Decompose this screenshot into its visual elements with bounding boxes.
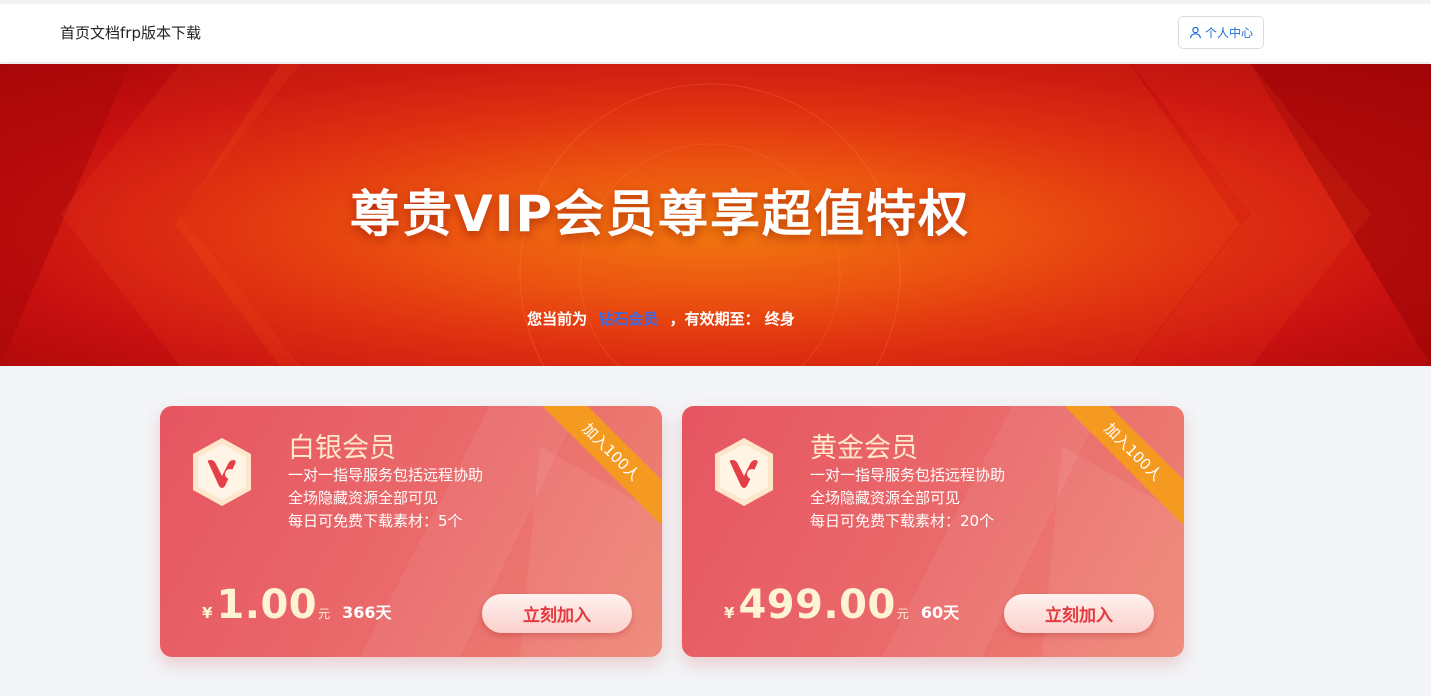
plan-name: 白银会员 — [288, 433, 396, 464]
plan-card-gold: 黄金会员 一对一指导服务包括远程协助 全场隐藏资源全部可见 每日可免费下载素材：… — [682, 406, 1184, 657]
plan-feature: 一对一指导服务包括远程协助 — [810, 466, 1006, 484]
price-unit: 元 — [896, 607, 909, 621]
vip-logo-icon — [715, 438, 773, 506]
user-center-label: 个人中心 — [1204, 26, 1253, 40]
status-suffix: ，有效期至： — [669, 310, 760, 328]
nav-docs-link[interactable]: 文档 — [90, 22, 120, 43]
price-currency: ¥ — [202, 604, 213, 622]
vip-logo-icon — [193, 438, 251, 506]
status-prefix: 您当前为 — [527, 310, 588, 328]
plan-price: ¥ 1.00 元 366天 — [202, 582, 392, 628]
plan-feature: 每日可免费下载素材：20个 — [810, 512, 995, 530]
join-now-button[interactable]: 立刻加入 — [1004, 594, 1154, 633]
top-navbar: 首页 文档 frp版本下载 个人中心 — [0, 0, 1431, 62]
plan-price: ¥ 499.00 元 60天 — [724, 582, 959, 628]
nav-frp-download-link[interactable]: frp版本下载 — [120, 22, 201, 43]
membership-status: 您当前为 钻石会员 ，有效期至： 终身 — [0, 308, 1322, 329]
plan-feature: 每日可免费下载素材：5个 — [288, 512, 463, 530]
price-amount: 1.00 — [216, 582, 318, 628]
main-nav: 首页 文档 frp版本下载 — [60, 22, 201, 43]
banner-title: 尊贵VIP会员尊享超值特权 — [350, 185, 970, 243]
plan-card-silver: 白银会员 一对一指导服务包括远程协助 全场隐藏资源全部可见 每日可免费下载素材：… — [160, 406, 662, 657]
plan-feature: 全场隐藏资源全部可见 — [810, 489, 961, 507]
price-currency: ¥ — [724, 604, 735, 622]
plan-duration: 60天 — [920, 603, 960, 622]
plan-feature: 全场隐藏资源全部可见 — [288, 489, 439, 507]
membership-level: 钻石会员 — [598, 310, 659, 328]
price-amount: 499.00 — [738, 582, 896, 628]
plan-name: 黄金会员 — [810, 433, 918, 464]
nav-home-link[interactable]: 首页 — [60, 22, 90, 43]
plan-duration: 366天 — [342, 603, 392, 622]
vip-banner: 尊贵VIP会员尊享超值特权 您当前为 钻石会员 ，有效期至： 终身 — [0, 64, 1431, 366]
join-now-button[interactable]: 立刻加入 — [482, 594, 632, 633]
user-icon — [1190, 26, 1201, 39]
user-center-button[interactable]: 个人中心 — [1178, 16, 1264, 49]
price-unit: 元 — [318, 607, 331, 621]
expiry-value: 终身 — [764, 310, 795, 328]
plan-feature: 一对一指导服务包括远程协助 — [288, 466, 484, 484]
